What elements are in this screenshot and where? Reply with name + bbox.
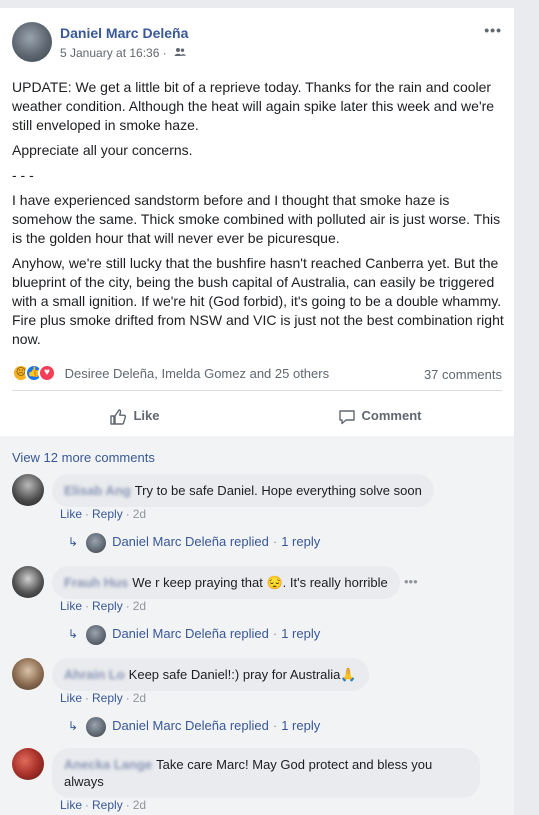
friends-icon[interactable]	[174, 47, 186, 60]
comment-reply-link[interactable]: Reply	[92, 507, 123, 521]
commenter-avatar[interactable]	[12, 566, 44, 598]
reply-count: 1 reply	[281, 626, 321, 641]
comment-time[interactable]: 2d	[133, 507, 146, 521]
comment-button[interactable]: Comment	[257, 400, 502, 432]
reply-avatar	[86, 624, 107, 645]
comment-text: Keep safe Daniel!:) pray for Australia🙏	[128, 667, 357, 682]
commenter-name[interactable]: Anecka Lange	[64, 756, 152, 773]
comment-like-link[interactable]: Like	[60, 599, 82, 613]
reply-avatar	[86, 532, 107, 553]
more-options-icon[interactable]: •••	[484, 22, 502, 38]
comment-like-link[interactable]: Like	[60, 798, 82, 812]
comment-actions: Like · Reply · 2d	[60, 507, 147, 521]
comment-bubble: Frauh Hus We r keep praying that 😔. It's …	[52, 566, 400, 599]
comment-time[interactable]: 2d	[133, 599, 146, 613]
commenter-avatar[interactable]	[12, 658, 44, 690]
comment-reply-link[interactable]: Reply	[92, 599, 123, 613]
reply-text: Daniel Marc Deleña replied	[112, 534, 269, 549]
comment-like-link[interactable]: Like	[60, 507, 82, 521]
comment-bubble: Ahrain Lo Keep safe Daniel!:) pray for Au…	[52, 658, 369, 691]
replies-link[interactable]: ↳ Daniel Marc Deleña replied · 1 reply	[68, 716, 321, 737]
comment-options-icon[interactable]: •••	[404, 574, 418, 589]
like-button[interactable]: Like	[12, 400, 257, 432]
reply-arrow-icon: ↳	[68, 627, 79, 641]
author-name[interactable]: Daniel Marc Deleña	[60, 25, 188, 41]
like-label: Like	[133, 408, 160, 423]
replies-link[interactable]: ↳ Daniel Marc Deleña replied · 1 reply	[68, 532, 321, 553]
comment-icon	[338, 409, 355, 424]
comment-actions: Like · Reply · 2d	[60, 798, 147, 812]
divider	[12, 390, 502, 391]
comment-reply-link[interactable]: Reply	[92, 691, 123, 705]
post-paragraph: Anyhow, we're still lucky that the bushf…	[12, 255, 504, 347]
post-card: Daniel Marc Deleña 5 January at 16:36 · …	[0, 8, 514, 815]
post-meta: 5 January at 16:36 ·	[60, 46, 186, 60]
reply-arrow-icon: ↳	[68, 719, 79, 733]
comment-time[interactable]: 2d	[133, 798, 146, 812]
comment-bubble: Anecka Lange Take care Marc! May God prot…	[52, 748, 480, 798]
reply-text: Daniel Marc Deleña replied	[112, 718, 269, 733]
reply-count: 1 reply	[281, 718, 321, 733]
commenter-avatar[interactable]	[12, 474, 44, 506]
comment-reply-link[interactable]: Reply	[92, 798, 123, 812]
commenter-name[interactable]: Frauh Hus	[64, 574, 128, 591]
comment-count[interactable]: 37 comments	[424, 367, 502, 382]
post-body: UPDATE: We get a little bit of a repriev…	[12, 78, 506, 355]
post-header: Daniel Marc Deleña 5 January at 16:36 · …	[12, 22, 502, 66]
commenter-avatar[interactable]	[12, 748, 44, 780]
thumbs-up-icon	[110, 408, 127, 425]
author-avatar[interactable]	[12, 22, 52, 62]
comment-text: Try to be safe Daniel. Hope everything s…	[134, 483, 422, 498]
reply-text: Daniel Marc Deleña replied	[112, 626, 269, 641]
comment-bubble: Elisab Ang Try to be safe Daniel. Hope ev…	[52, 474, 434, 507]
post-paragraph: - - -	[12, 167, 34, 183]
reply-count: 1 reply	[281, 534, 321, 549]
comment-time[interactable]: 2d	[133, 691, 146, 705]
commenter-name[interactable]: Elisab Ang	[64, 482, 131, 499]
comments-section: View 12 more comments Elisab Ang Try to b…	[0, 436, 514, 815]
post-actions: Like Comment	[12, 400, 502, 432]
comment-actions: Like · Reply · 2d	[60, 691, 147, 705]
commenter-name[interactable]: Ahrain Lo	[64, 666, 125, 683]
comment-actions: Like · Reply · 2d	[60, 599, 147, 613]
reply-arrow-icon: ↳	[68, 535, 79, 549]
replies-link[interactable]: ↳ Daniel Marc Deleña replied · 1 reply	[68, 624, 321, 645]
post-paragraph: UPDATE: We get a little bit of a repriev…	[12, 79, 495, 133]
reactors-list[interactable]: Desiree Deleña, Imelda Gomez and 25 othe…	[65, 366, 329, 381]
reply-avatar	[86, 716, 107, 737]
comment-label: Comment	[361, 408, 422, 423]
comment-like-link[interactable]: Like	[60, 691, 82, 705]
comment-text: We r keep praying that 😔. It's really ho…	[132, 575, 388, 590]
post-paragraph: I have experienced sandstorm before and …	[12, 192, 501, 246]
reactions-summary: ☹ 👍 ♥ Desiree Deleña, Imelda Gomez and 25 …	[12, 364, 502, 388]
post-paragraph: Appreciate all your concerns.	[12, 142, 193, 158]
love-reaction-icon[interactable]: ♥	[38, 364, 56, 382]
post-timestamp[interactable]: 5 January at 16:36	[60, 46, 159, 60]
view-more-comments-link[interactable]: View 12 more comments	[12, 450, 155, 465]
